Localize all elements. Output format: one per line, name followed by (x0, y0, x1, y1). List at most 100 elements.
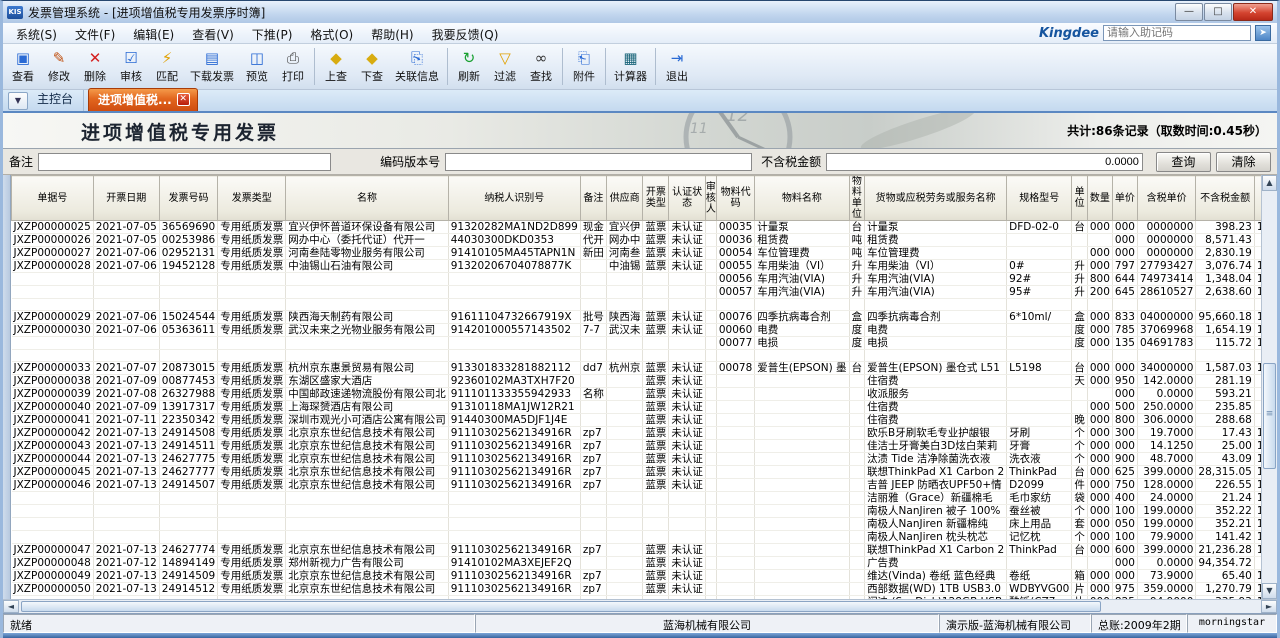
column-header-9[interactable]: 开票类型 (643, 176, 669, 221)
scroll-up-icon[interactable]: ▲ (1262, 175, 1277, 191)
column-header-19[interactable]: 单价 (1112, 176, 1137, 221)
column-header-18[interactable]: 数量 (1087, 176, 1112, 221)
mnemonic-go-button[interactable]: ➤ (1255, 25, 1271, 41)
附件-button[interactable]: ⎗附件 (566, 45, 602, 88)
table-row[interactable]: JXZP000000432021-07-1324914511专用纸质发票北京京东… (12, 440, 1262, 453)
table-row[interactable]: 00077电损度电损度00013504691783115.7213.00.041… (12, 337, 1262, 350)
scroll-down-icon[interactable]: ▼ (1262, 583, 1277, 599)
column-header-17[interactable]: 单位 (1072, 176, 1088, 221)
column-header-2[interactable]: 开票日期 (93, 176, 159, 221)
note-filter-input[interactable] (38, 153, 331, 171)
menu-item-5[interactable]: 格式(O) (301, 26, 362, 44)
amount-filter-input[interactable] (826, 153, 1143, 171)
close-button[interactable]: ✕ (1233, 3, 1273, 21)
查找-button[interactable]: ∞查找 (523, 45, 559, 88)
table-row[interactable]: JXZP000000302021-07-0605363611专用纸质发票武汉未来… (12, 324, 1262, 337)
打印-button[interactable]: ⎙打印 (275, 45, 311, 88)
table-row[interactable]: JXZP000000402021-07-0913917317专用纸质发票上海琛赟… (12, 401, 1262, 414)
修改-button[interactable]: ✎修改 (41, 45, 77, 88)
计算器-button[interactable]: ▦计算器 (609, 45, 652, 88)
table-row[interactable]: JXZP000000452021-07-1324627777专用纸质发票北京京东… (12, 466, 1262, 479)
table-row[interactable]: JXZP000000262021-07-0500253986专用纸质发票网办中心… (12, 234, 1262, 247)
code-version-input[interactable] (445, 153, 752, 171)
column-header-22[interactable]: 税率(%) (1254, 176, 1261, 221)
下查-button[interactable]: ◆下查 (354, 45, 390, 88)
column-header-11[interactable]: 审核人 (705, 176, 716, 221)
匹配-button[interactable]: ⚡匹配 (149, 45, 185, 88)
table-row[interactable]: 南极人NanJiren 被子 100%蚕丝被个000100199.0000352… (12, 505, 1262, 518)
退出-button[interactable]: ⇥退出 (659, 45, 695, 88)
预览-button[interactable]: ◫预览 (239, 45, 275, 88)
tab-close-icon[interactable]: ✕ (177, 93, 190, 106)
table-row[interactable] (12, 350, 1262, 362)
vertical-scrollbar[interactable]: ▲ ▼ (1261, 175, 1277, 599)
column-header-10[interactable]: 认证状态 (669, 176, 706, 221)
table-row[interactable]: JXZP000000252021-07-0536569690专用纸质发票宜兴伊怀… (12, 221, 1262, 234)
query-button[interactable]: 查询 (1156, 152, 1211, 172)
column-header-3[interactable]: 发票号码 (159, 176, 217, 221)
menu-item-7[interactable]: 我要反馈(Q) (423, 26, 508, 44)
column-header-5[interactable]: 名称 (286, 176, 449, 221)
column-header-21[interactable]: 不含税金额 (1196, 176, 1254, 221)
column-header-8[interactable]: 供应商 (606, 176, 643, 221)
tab-input-vat-invoice[interactable]: 进项增值税... ✕ (88, 88, 198, 111)
horizontal-scrollbar[interactable]: ◄ ► (3, 599, 1277, 613)
minimize-button[interactable]: — (1175, 3, 1203, 21)
table-row[interactable]: JXZP000000282021-07-0619452128专用纸质发票中油锡山… (12, 260, 1262, 273)
scroll-left-icon[interactable]: ◄ (3, 600, 19, 613)
table-row[interactable]: JXZP000000492021-07-1324914509专用纸质发票北京京东… (12, 570, 1262, 583)
table-row[interactable]: 00056车用汽油(VIA)升车用汽油(VIA)92#升800644749734… (12, 273, 1262, 286)
column-header-13[interactable]: 物料名称 (755, 176, 849, 221)
刷新-button[interactable]: ↻刷新 (451, 45, 487, 88)
column-header-16[interactable]: 规格型号 (1007, 176, 1072, 221)
column-header-4[interactable]: 发票类型 (218, 176, 286, 221)
table-row[interactable]: JXZP000000482021-07-1214894149专用纸质发票郑州新视… (12, 557, 1262, 570)
scroll-right-icon[interactable]: ► (1261, 600, 1277, 613)
menu-item-2[interactable]: 编辑(E) (124, 26, 183, 44)
menu-item-0[interactable]: 系统(S) (7, 26, 66, 44)
table-row[interactable]: 洁丽雅（Grace）新疆棉毛毛巾家纺袋00040024.000021.2413.… (12, 492, 1262, 505)
table-row[interactable]: JXZP000000392021-07-0826327988专用纸质发票中国邮政… (12, 388, 1262, 401)
查看-button[interactable]: ▣查看 (5, 45, 41, 88)
table-row[interactable]: JXZP000000332021-07-0720873015专用纸质发票杭州京东… (12, 362, 1262, 375)
table-row[interactable]: JXZP000000382021-07-0900877453专用纸质发票东湖区盛… (12, 375, 1262, 388)
table-cell: JXZP00000041 (12, 414, 94, 427)
column-header-12[interactable]: 物料代码 (716, 176, 754, 221)
column-header-6[interactable]: 纳税人识别号 (448, 176, 580, 221)
上查-button[interactable]: ◆上查 (318, 45, 354, 88)
clear-button[interactable]: 清除 (1216, 152, 1271, 172)
maximize-button[interactable]: □ (1204, 3, 1232, 21)
table-row[interactable]: 闪迪 (SanDisk)128GB USB酷铄(CZ7片00082594.900… (12, 596, 1262, 600)
table-row[interactable]: JXZP000000462021-07-1324914507专用纸质发票北京京东… (12, 479, 1262, 492)
审核-button[interactable]: ☑审核 (113, 45, 149, 88)
tab-dropdown-icon[interactable]: ▼ (8, 92, 28, 110)
关联信息-button[interactable]: ⎘关联信息 (390, 45, 444, 88)
vertical-scroll-thumb[interactable] (1263, 363, 1276, 469)
menu-item-1[interactable]: 文件(F) (66, 26, 124, 44)
tab-main-console[interactable]: 主控台 (31, 90, 84, 111)
column-header-15[interactable]: 货物或应税劳务或服务名称 (865, 176, 1007, 221)
menu-item-4[interactable]: 下推(P) (243, 26, 302, 44)
table-row[interactable]: JXZP000000422021-07-1324914508专用纸质发票北京京东… (12, 427, 1262, 440)
table-row[interactable]: JXZP000000412021-07-1122350342专用纸质发票深圳市观… (12, 414, 1262, 427)
menu-item-3[interactable]: 查看(V) (183, 26, 243, 44)
table-row[interactable]: JXZP000000272021-07-0602952131专用纸质发票河南叁陆… (12, 247, 1262, 260)
table-row[interactable]: 南极人NanJiren 新疆棉纯床上用品套000050199.0000352.2… (12, 518, 1262, 531)
table-row[interactable]: JXZP000000472021-07-1324627774专用纸质发票北京京东… (12, 544, 1262, 557)
过滤-button[interactable]: ▽过滤 (487, 45, 523, 88)
table-row[interactable]: JXZP000000292021-07-0615024544专用纸质发票陕西海天… (12, 311, 1262, 324)
table-row[interactable]: JXZP000000502021-07-1324914512专用纸质发票北京京东… (12, 583, 1262, 596)
column-header-1[interactable]: 单据号 (12, 176, 94, 221)
删除-button[interactable]: ✕删除 (77, 45, 113, 88)
mnemonic-code-input[interactable] (1103, 25, 1251, 41)
table-row[interactable] (12, 299, 1262, 311)
menu-item-6[interactable]: 帮助(H) (362, 26, 422, 44)
table-row[interactable]: JXZP000000442021-07-1324627775专用纸质发票北京京东… (12, 453, 1262, 466)
table-row[interactable]: 南极人NanJiren 枕头枕芯记忆枕个00010079.9000141.421… (12, 531, 1262, 544)
horizontal-scroll-thumb[interactable] (21, 601, 1101, 612)
column-header-14[interactable]: 物料单位 (849, 176, 865, 221)
column-header-20[interactable]: 含税单价 (1137, 176, 1195, 221)
下载发票-button[interactable]: ▤下载发票 (185, 45, 239, 88)
table-row[interactable]: 00057车用汽油(VIA)升车用汽油(VIA)95#升200645286105… (12, 286, 1262, 299)
column-header-7[interactable]: 备注 (580, 176, 606, 221)
